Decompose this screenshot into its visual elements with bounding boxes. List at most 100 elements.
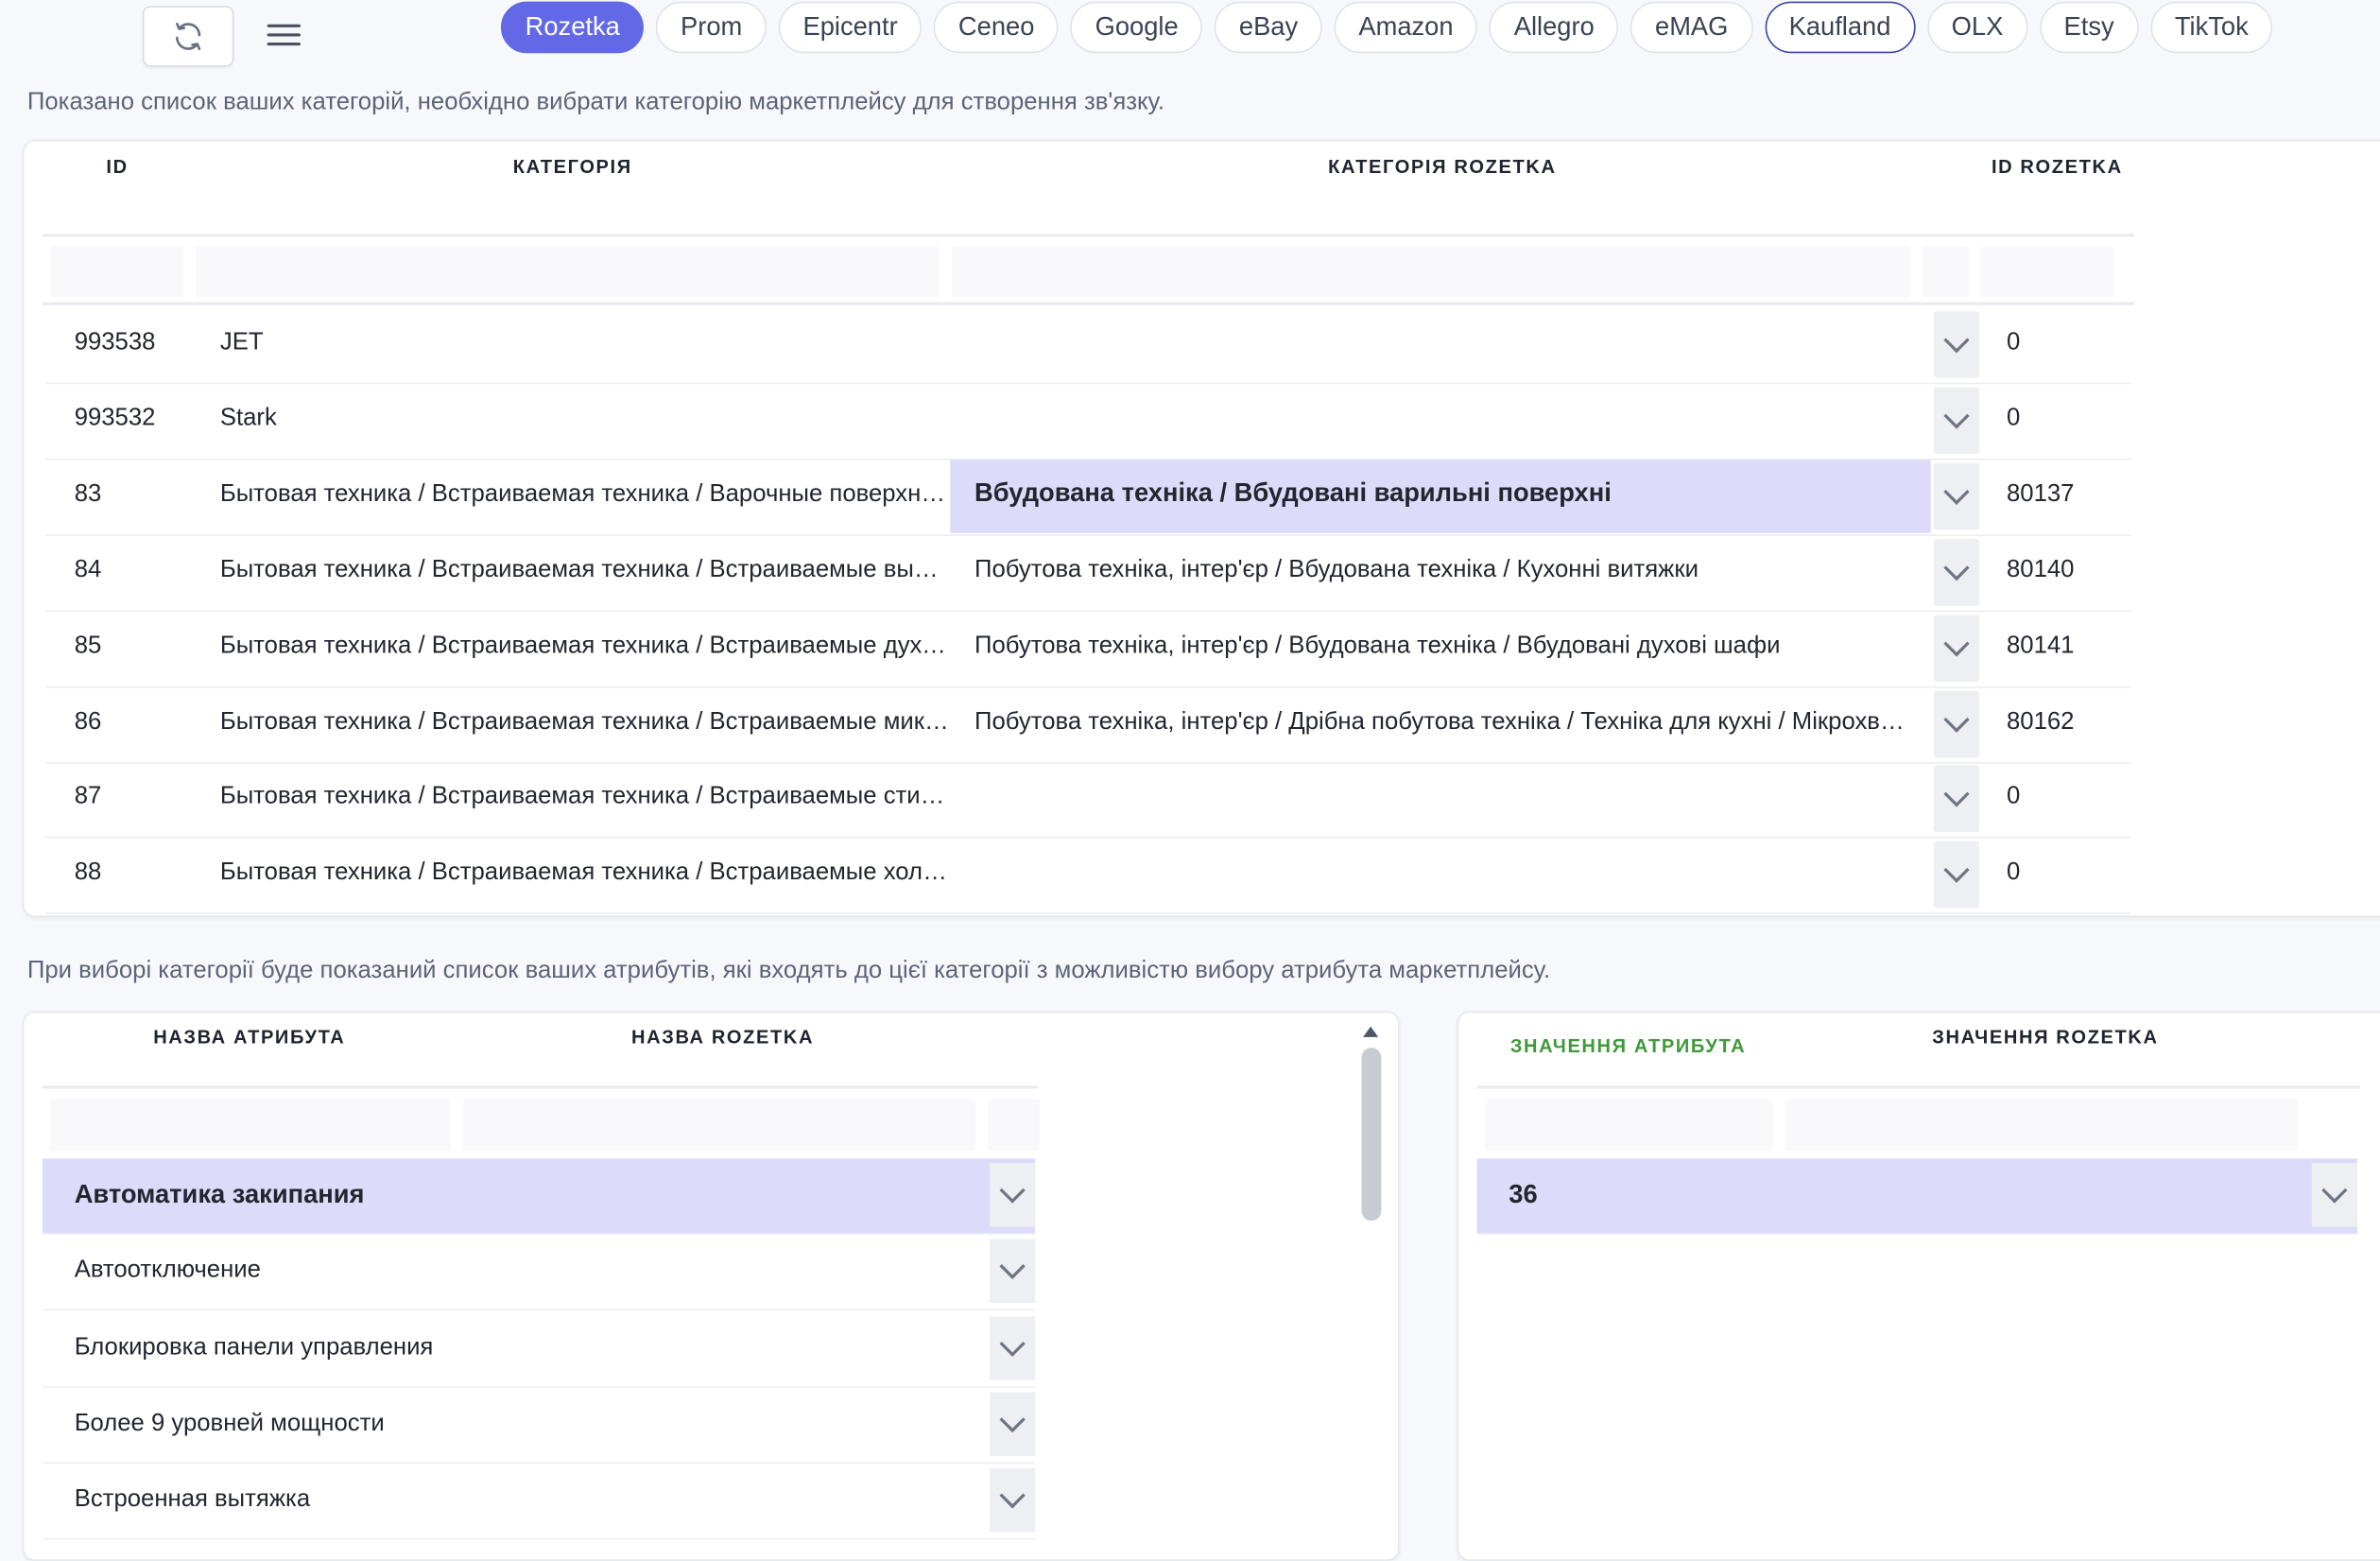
marketplace-category-dropdown-button[interactable] bbox=[1933, 311, 1980, 378]
marketplace-attribute-dropdown-button[interactable] bbox=[990, 1392, 1036, 1456]
col-header-category[interactable]: КАТЕГОРІЯ bbox=[513, 156, 632, 177]
marketplace-attribute-dropdown-button[interactable] bbox=[990, 1315, 1036, 1380]
tab-emag[interactable]: eMAG bbox=[1630, 1, 1753, 54]
filter-dropdown-cell bbox=[1923, 246, 1969, 298]
category-id: 993538 bbox=[74, 329, 156, 356]
category-name: Бытовая техника / Встраиваемая техника /… bbox=[219, 784, 949, 810]
marketplace-category-dropdown-button[interactable] bbox=[1933, 462, 1980, 530]
marketplace-category-id: 80137 bbox=[2006, 480, 2075, 508]
marketplace-category-id: 0 bbox=[2006, 405, 2021, 431]
marketplace-category-cell[interactable]: Побутова техніка, інтер'єр / Дрібна побу… bbox=[950, 687, 1931, 760]
category-id: 83 bbox=[74, 480, 102, 508]
categories-hint: Показано список ваших категорій, необхід… bbox=[26, 89, 1164, 116]
category-row[interactable]: 993538 JET 0 bbox=[45, 308, 2131, 385]
col-header-marketplace-attribute[interactable]: НАЗВА ROZETKA bbox=[631, 1027, 814, 1048]
chevron-down-icon bbox=[2321, 1177, 2348, 1204]
marketplace-category-id: 0 bbox=[2006, 329, 2021, 356]
attributes-hint: При виборі категорії буде показаний спис… bbox=[26, 958, 1551, 984]
scroll-up-arrow-icon[interactable] bbox=[1363, 1026, 1379, 1037]
attribute-name: Блокировка панели управления bbox=[74, 1333, 434, 1361]
attribute-row[interactable]: Встроенная вытяжка bbox=[42, 1464, 1036, 1540]
chevron-down-icon bbox=[1943, 327, 1970, 354]
tab-ceneo[interactable]: Ceneo bbox=[934, 1, 1060, 54]
attribute-row[interactable]: Блокировка панели управления bbox=[42, 1311, 1036, 1388]
category-row[interactable]: 83 Бытовая техника / Встраиваемая техника… bbox=[45, 460, 2131, 536]
category-id: 993532 bbox=[74, 405, 156, 431]
marketplace-category-id: 0 bbox=[2006, 784, 2021, 810]
marketplace-attribute-dropdown-button[interactable] bbox=[990, 1239, 1036, 1304]
marketplace-value-dropdown-button[interactable] bbox=[2311, 1163, 2357, 1227]
values-header-divider bbox=[1476, 1085, 2361, 1089]
marketplace-category-id: 0 bbox=[2006, 859, 2021, 886]
marketplace-category-id: 80140 bbox=[2006, 556, 2075, 583]
marketplace-category-dropdown-button[interactable] bbox=[1933, 766, 1980, 833]
col-header-marketplace-category[interactable]: КАТЕГОРІЯ ROZETKA bbox=[1328, 156, 1556, 177]
attribute-name: Автоотключение bbox=[74, 1257, 261, 1284]
marketplace-category-cell[interactable] bbox=[950, 308, 1930, 381]
category-name: Бытовая техника / Встраиваемая техника /… bbox=[219, 556, 949, 583]
refresh-icon bbox=[176, 22, 201, 51]
marketplace-attribute-dropdown-button[interactable] bbox=[990, 1468, 1036, 1533]
tab-prom[interactable]: Prom bbox=[656, 1, 767, 54]
tab-etsy[interactable]: Etsy bbox=[2039, 1, 2139, 54]
marketplace-category-dropdown-button[interactable] bbox=[1933, 689, 1980, 757]
marketplace-category-dropdown-button[interactable] bbox=[1933, 614, 1980, 682]
filter-marketplace-id-input[interactable] bbox=[1980, 246, 2115, 298]
filter-attribute-value-input[interactable] bbox=[1484, 1099, 1773, 1152]
category-row[interactable]: 84 Бытовая техника / Встраиваемая техника… bbox=[45, 535, 2131, 612]
chevron-down-icon bbox=[1943, 403, 1970, 429]
hamburger-icon[interactable] bbox=[267, 17, 301, 54]
tab-allegro[interactable]: Allegro bbox=[1490, 1, 1619, 54]
col-header-attribute-name[interactable]: НАЗВА АТРИБУТА bbox=[153, 1027, 345, 1048]
filter-marketplace-attribute-input[interactable] bbox=[462, 1099, 976, 1152]
tab-rozetka[interactable]: Rozetka bbox=[500, 1, 645, 54]
marketplace-category-dropdown-button[interactable] bbox=[1933, 841, 1980, 909]
header-divider bbox=[42, 234, 2134, 237]
marketplace-category-cell[interactable]: Вбудована техніка / Вбудовані варильні п… bbox=[950, 460, 1931, 533]
col-header-marketplace-value[interactable]: ЗНАЧЕННЯ ROZETKA bbox=[1932, 1027, 2158, 1048]
category-id: 85 bbox=[74, 633, 102, 659]
category-row[interactable]: 86 Бытовая техника / Встраиваемая техника… bbox=[45, 687, 2131, 763]
marketplace-category-cell[interactable]: Побутова техніка, інтер'єр / Вбудована т… bbox=[950, 612, 1930, 685]
attributes-scrollbar-thumb[interactable] bbox=[1361, 1048, 1382, 1222]
marketplace-category-cell[interactable] bbox=[950, 384, 1930, 457]
col-header-attribute-value[interactable]: ЗНАЧЕННЯ АТРИБУТА bbox=[1510, 1035, 1746, 1056]
categories-filter-row bbox=[49, 246, 2115, 298]
marketplace-category-cell[interactable] bbox=[950, 763, 1930, 836]
tab-amazon[interactable]: Amazon bbox=[1334, 1, 1478, 54]
attribute-name: Встроенная вытяжка bbox=[74, 1486, 311, 1513]
tab-olx[interactable]: OLX bbox=[1926, 1, 2028, 54]
attribute-row[interactable]: Автоотключение bbox=[42, 1235, 1036, 1311]
category-row[interactable]: 88 Бытовая техника / Встраиваемая техника… bbox=[45, 839, 2131, 915]
marketplace-category-dropdown-button[interactable] bbox=[1933, 387, 1980, 454]
tab-kaufland[interactable]: Kaufland bbox=[1764, 1, 1916, 54]
attribute-row[interactable]: Более 9 уровней мощности bbox=[42, 1388, 1036, 1464]
marketplace-category-dropdown-button[interactable] bbox=[1933, 538, 1980, 606]
col-header-id[interactable]: ID bbox=[106, 156, 128, 177]
values-panel bbox=[1457, 1011, 2380, 1561]
value-row[interactable]: 36 bbox=[1476, 1158, 2357, 1235]
tab-epicentr[interactable]: Epicentr bbox=[778, 1, 923, 54]
category-row[interactable]: 85 Бытовая техника / Встраиваемая техника… bbox=[45, 612, 2131, 687]
marketplace-attribute-dropdown-button[interactable] bbox=[990, 1163, 1036, 1227]
col-header-marketplace-id[interactable]: ID ROZETKA bbox=[1992, 156, 2123, 177]
tab-tiktok[interactable]: TikTok bbox=[2150, 1, 2273, 54]
refresh-button[interactable] bbox=[142, 6, 234, 67]
category-row[interactable]: 87 Бытовая техника / Встраиваемая техника… bbox=[45, 763, 2131, 840]
filter-category-input[interactable] bbox=[196, 246, 940, 298]
category-row[interactable]: 993532 Stark 0 bbox=[45, 384, 2131, 460]
filter-attribute-name-input[interactable] bbox=[49, 1099, 451, 1152]
filter-marketplace-value-input[interactable] bbox=[1785, 1099, 2299, 1152]
attribute-name: Автоматика закипания bbox=[74, 1179, 365, 1209]
attribute-row[interactable]: Автоматика закипания bbox=[42, 1158, 1036, 1235]
marketplace-category-cell[interactable] bbox=[950, 839, 1930, 911]
tab-google[interactable]: Google bbox=[1070, 1, 1203, 54]
filter-id-input[interactable] bbox=[49, 246, 184, 298]
marketplace-category-id: 80141 bbox=[2006, 633, 2075, 659]
marketplace-category-cell[interactable]: Побутова техніка, інтер'єр / Вбудована т… bbox=[950, 535, 1930, 608]
filter-marketplace-category-input[interactable] bbox=[951, 246, 1911, 298]
chevron-down-icon bbox=[1943, 478, 1970, 505]
category-id: 84 bbox=[74, 556, 102, 583]
chevron-down-icon bbox=[999, 1483, 1026, 1509]
tab-ebay[interactable]: eBay bbox=[1215, 1, 1322, 54]
